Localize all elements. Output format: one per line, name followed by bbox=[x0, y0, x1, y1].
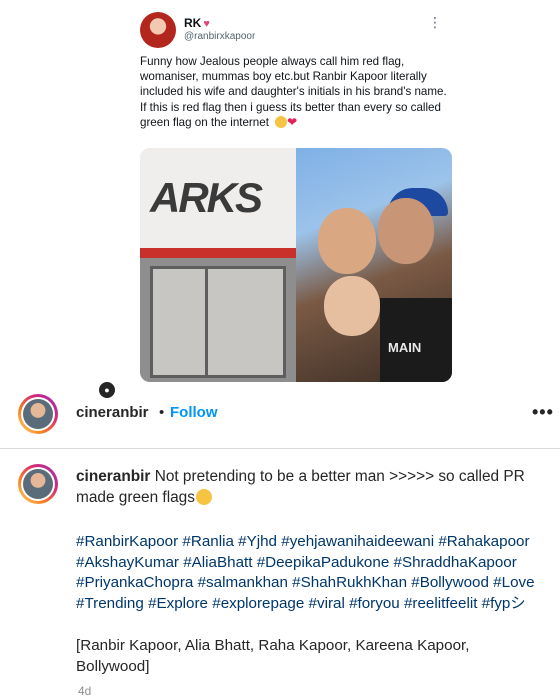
face-child bbox=[324, 276, 380, 336]
laughing-emoji-icon bbox=[195, 489, 212, 505]
store-stripe bbox=[140, 248, 296, 258]
hashtag-link[interactable]: #Yjhd bbox=[238, 533, 277, 550]
hashtag-link[interactable]: #DeepikaPadukone bbox=[257, 554, 390, 571]
hashtag-link[interactable]: #viral bbox=[309, 595, 345, 612]
header-divider bbox=[0, 448, 560, 449]
store-window bbox=[150, 266, 286, 378]
hashtag-link[interactable]: #foryou bbox=[349, 595, 400, 612]
post-avatar[interactable] bbox=[18, 394, 58, 434]
smirk-emoji-icon bbox=[275, 115, 288, 128]
family-photo: MAIN bbox=[296, 148, 452, 382]
tweet-text: Funny how Jealous people always call him… bbox=[140, 54, 452, 130]
hashtag-link[interactable]: #Bollywood bbox=[411, 574, 489, 591]
embedded-tweet: RK ♥ @ranbirxkapoor ⋮ Funny how Jealous p… bbox=[126, 0, 466, 394]
tweet-media: ARKS MAIN bbox=[140, 148, 452, 382]
face-man bbox=[378, 198, 434, 264]
caption-avatar[interactable] bbox=[18, 464, 58, 504]
tagged-user-icon[interactable]: ● bbox=[99, 382, 115, 398]
hashtag-link[interactable]: #salmankhan bbox=[198, 574, 288, 591]
separator-dot: • bbox=[159, 404, 165, 421]
store-logo-text: ARKS bbox=[150, 174, 263, 221]
post-username[interactable]: cineranbir bbox=[76, 404, 149, 421]
hashtag-link[interactable]: #yehjawanihaideewani bbox=[281, 533, 434, 550]
red-heart-emoji-icon: ❤ bbox=[287, 114, 298, 129]
hashtag-link[interactable]: #Ranlia bbox=[182, 533, 234, 550]
shirt-print-text: MAIN bbox=[388, 340, 422, 355]
tweet-avatar bbox=[140, 12, 176, 48]
heart-icon: ♥ bbox=[203, 18, 210, 30]
hashtag-link[interactable]: #PriyankaChopra bbox=[76, 574, 193, 591]
tagged-names: [Ranbir Kapoor, Alia Bhatt, Raha Kapoor,… bbox=[76, 637, 470, 675]
post-timestamp[interactable]: 4d bbox=[78, 684, 91, 698]
store-photo: ARKS bbox=[140, 148, 296, 382]
avatar-image bbox=[23, 469, 53, 499]
tweet-handle: @ranbirxkapoor bbox=[184, 31, 256, 42]
hashtag-link[interactable]: #Love bbox=[493, 574, 534, 591]
tweet-author-name: RK ♥ bbox=[184, 16, 210, 30]
more-options-icon[interactable]: ••• bbox=[532, 402, 554, 423]
follow-button[interactable]: Follow bbox=[170, 404, 218, 421]
hashtag-list: #RanbirKapoor #Ranlia #Yjhd #yehjawaniha… bbox=[76, 532, 546, 614]
tweet-author-label: RK bbox=[184, 16, 202, 30]
hashtag-link[interactable]: #explorepage bbox=[212, 595, 304, 612]
hashtag-link[interactable]: #RanbirKapoor bbox=[76, 533, 178, 550]
caption-username[interactable]: cineranbir bbox=[76, 468, 150, 485]
hashtag-link[interactable]: #Explore bbox=[148, 595, 208, 612]
hashtag-link[interactable]: #Trending bbox=[76, 595, 144, 612]
caption-text: cineranbir Not pretending to be a better… bbox=[76, 466, 546, 508]
hashtag-link[interactable]: #ShraddhaKapoor bbox=[394, 554, 517, 571]
hashtag-link[interactable]: #ShahRukhKhan bbox=[292, 574, 407, 591]
hashtag-link[interactable]: #fypシ bbox=[482, 595, 526, 612]
hashtag-link[interactable]: #AkshayKumar bbox=[76, 554, 179, 571]
avatar-image bbox=[23, 399, 53, 429]
hashtag-link[interactable]: #reelitfeelit bbox=[404, 595, 477, 612]
face-woman bbox=[318, 208, 376, 274]
hashtag-link[interactable]: #AliaBhatt bbox=[183, 554, 252, 571]
tweet-more-icon: ⋮ bbox=[428, 14, 442, 30]
hashtag-link[interactable]: #Rahakapoor bbox=[438, 533, 529, 550]
